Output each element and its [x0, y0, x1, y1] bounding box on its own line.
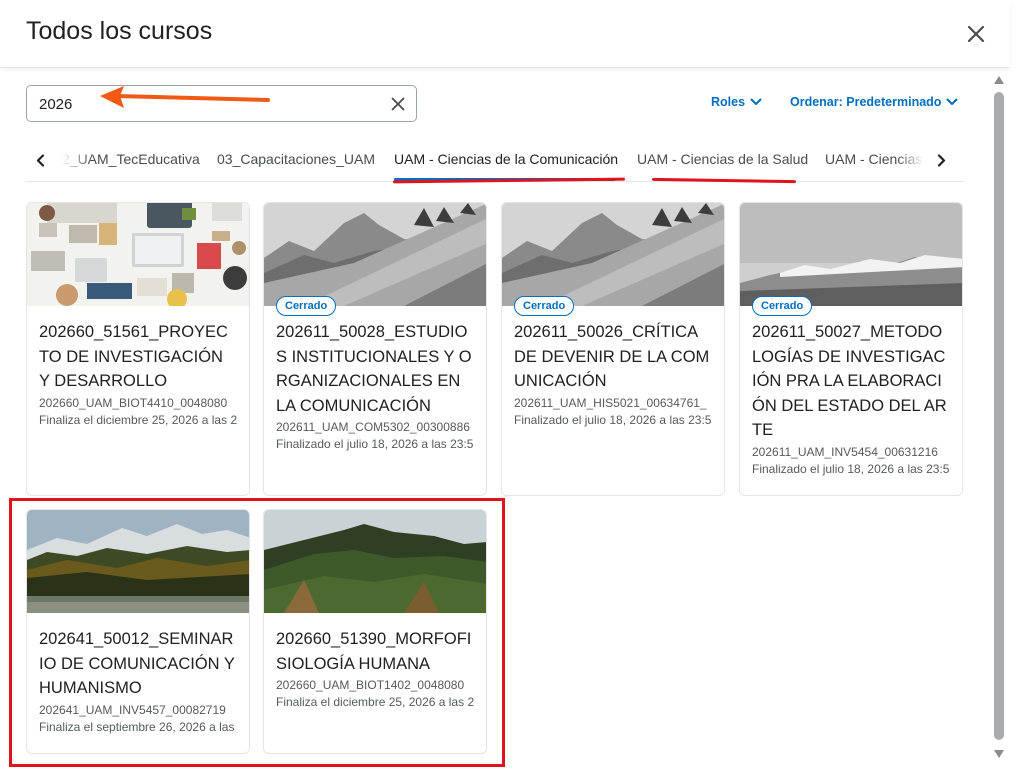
course-card-body: 202611_50027_METODOLOGÍAS DE INVESTIGACI…: [740, 306, 962, 486]
course-card[interactable]: Cerrado 202611_50026_CRÍTICA DE DEVENIR …: [501, 202, 725, 496]
course-card-body: 202611_50028_ESTUDIOS INSTITUCIONALES Y …: [264, 306, 486, 461]
course-card-body: 202611_50026_CRÍTICA DE DEVENIR DE LA CO…: [502, 306, 724, 437]
course-image-snow-peaks: [740, 203, 962, 306]
course-image-office: [27, 203, 249, 306]
scrollbar[interactable]: [992, 72, 1006, 762]
course-code: 202611_UAM_COM5302_00300886: [276, 420, 470, 434]
course-card[interactable]: 202660_51561_PROYECTO DE INVESTIGACIÓN Y…: [26, 202, 250, 496]
course-end-date: Finalizado el julio 18, 2026 a las 23:59: [276, 437, 474, 451]
category-tabs: 2_UAM_TecEducativa 03_Capacitaciones_UAM…: [26, 140, 964, 182]
sort-dropdown[interactable]: Ordenar: Predeterminado: [790, 95, 958, 109]
chevron-left-icon: [36, 153, 44, 167]
scroll-up-button[interactable]: [993, 74, 1005, 86]
status-badge: Cerrado: [514, 296, 575, 316]
course-title: 202611_50027_METODOLOGÍAS DE INVESTIGACI…: [752, 323, 947, 439]
close-icon: [967, 25, 985, 43]
status-badge: Cerrado: [752, 296, 813, 316]
tabs-scroll-right-button[interactable]: [931, 150, 951, 170]
course-title: 202611_50028_ESTUDIOS INSTITUCIONALES Y …: [276, 323, 472, 415]
tabs-fade-right: [898, 140, 924, 180]
roles-dropdown[interactable]: Roles: [711, 95, 762, 109]
course-card[interactable]: Cerrado 202611_50027_METODOLOGÍAS DE INV…: [739, 202, 963, 496]
status-badge: Cerrado: [276, 296, 337, 316]
tab-ciencias-salud[interactable]: UAM - Ciencias de la Salud: [637, 151, 808, 167]
dialog-title: Todos los cursos: [26, 17, 213, 45]
sort-label: Ordenar: Predeterminado: [790, 95, 942, 109]
triangle-down-icon: [994, 750, 1004, 758]
course-title: 202611_50026_CRÍTICA DE DEVENIR DE LA CO…: [514, 323, 710, 390]
annotation-arrow: [100, 86, 270, 108]
course-code: 202660_UAM_BIOT4410_0048080: [39, 395, 228, 410]
roles-label: Roles: [711, 95, 746, 109]
dialog-header: Todos los cursos: [0, 0, 1010, 68]
course-image-mountain-bw: [264, 203, 486, 306]
triangle-up-icon: [994, 76, 1004, 84]
course-end-date: Finalizado el julio 18, 2026 a las 23:59: [514, 412, 712, 427]
tab-capacitaciones[interactable]: 03_Capacitaciones_UAM: [217, 151, 375, 167]
scroll-thumb[interactable]: [994, 92, 1004, 740]
annotation-highlight-box: [9, 498, 505, 767]
tabs-scroll-left-button[interactable]: [30, 150, 50, 170]
all-courses-dialog: Todos los cursos Roles Ordenar: Predeter…: [0, 0, 1024, 773]
tabs-viewport: 2_UAM_TecEducativa 03_Capacitaciones_UAM…: [62, 140, 922, 182]
course-image-mountain-bw: [502, 203, 724, 306]
course-card[interactable]: Cerrado 202611_50028_ESTUDIOS INSTITUCIO…: [263, 202, 487, 496]
chevron-down-icon: [750, 98, 762, 105]
chevron-right-icon: [937, 153, 945, 167]
course-code: 202611_UAM_HIS5021_00634761_: [514, 395, 707, 410]
close-button[interactable]: [962, 20, 990, 48]
course-title: 202660_51561_PROYECTO DE INVESTIGACIÓN Y…: [39, 323, 228, 390]
tab-ciencias-comunicacion[interactable]: UAM - Ciencias de la Comunicación: [394, 151, 618, 167]
clear-search-button[interactable]: [387, 93, 409, 115]
clear-icon: [391, 97, 405, 111]
chevron-down-icon: [946, 98, 958, 105]
course-end-date: Finaliza el diciembre 25, 2026 a las 23:…: [39, 412, 237, 427]
tabs-fade-left: [62, 140, 92, 180]
course-end-date: Finalizado el julio 18, 2026 a las 23:59: [752, 461, 950, 476]
course-code: 202611_UAM_INV5454_00631216: [752, 444, 938, 459]
scroll-down-button[interactable]: [993, 748, 1005, 760]
course-card-body: 202660_51561_PROYECTO DE INVESTIGACIÓN Y…: [27, 306, 249, 437]
